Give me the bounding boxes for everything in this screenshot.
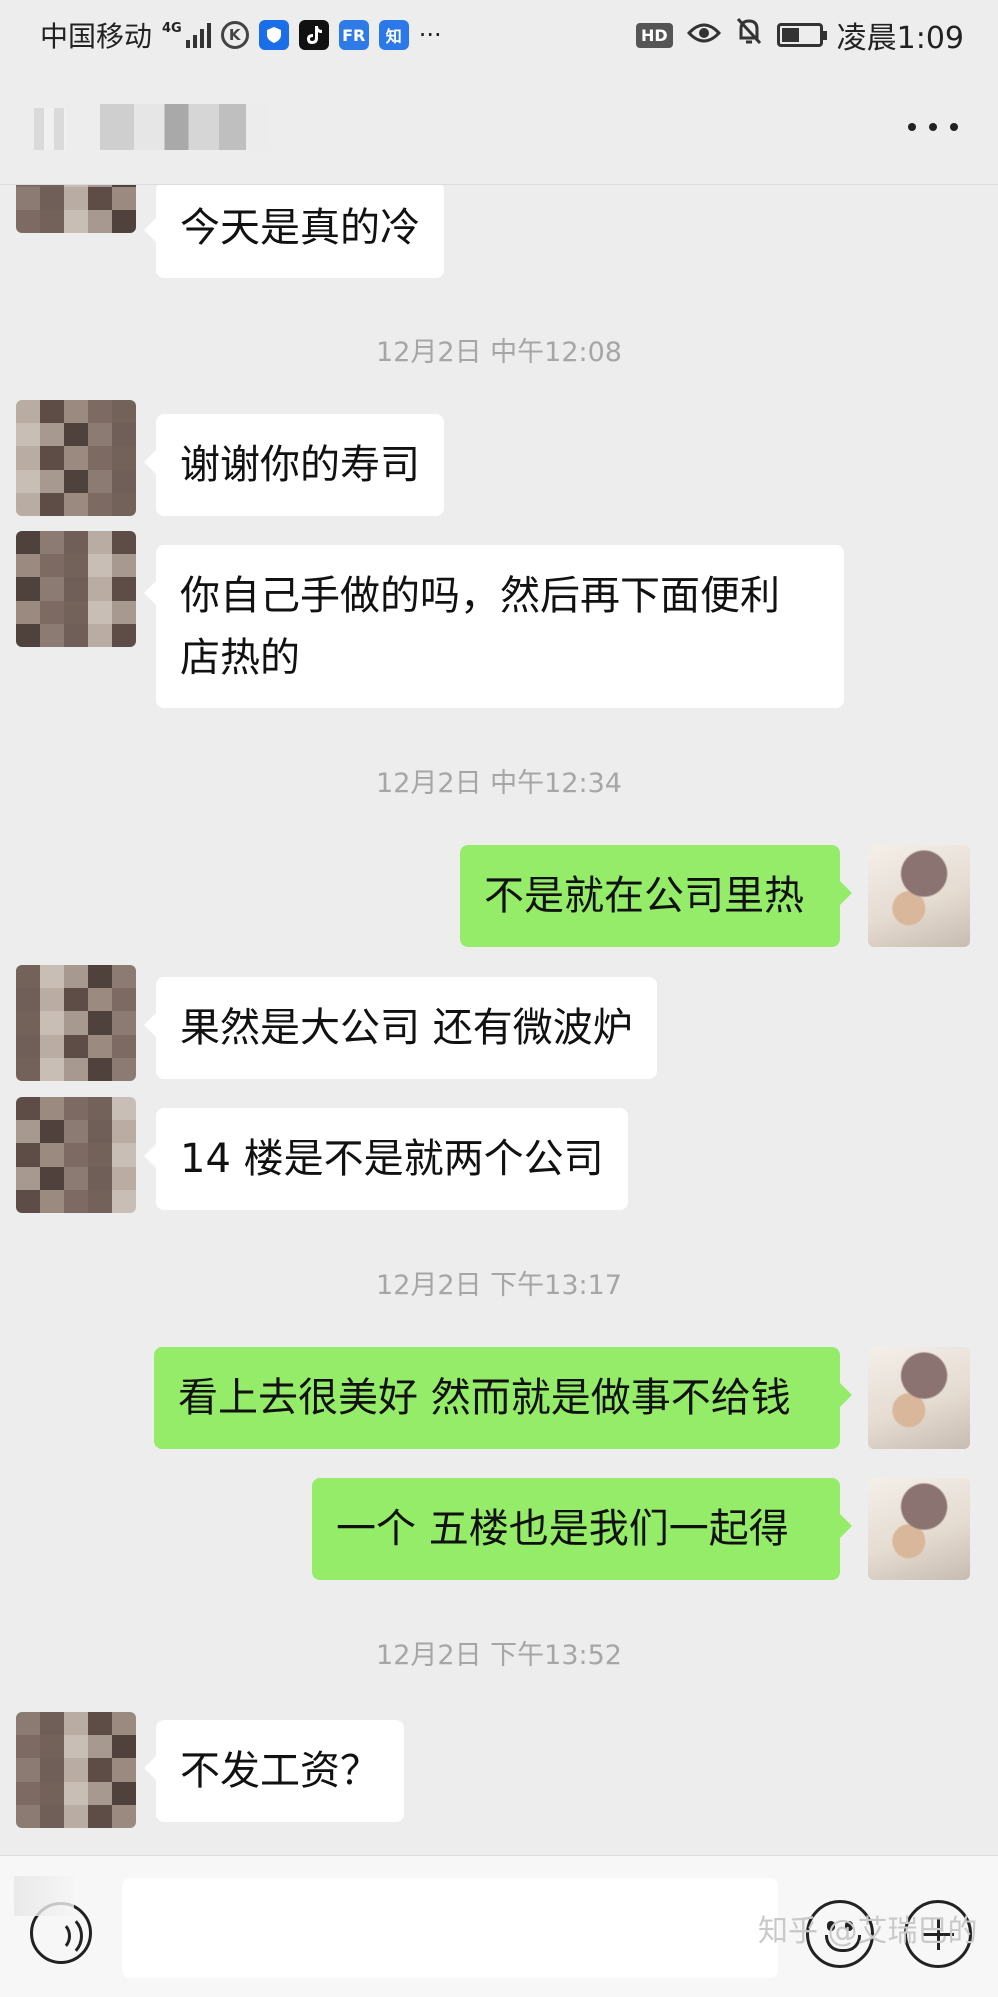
carrier-label: 中国移动 xyxy=(40,20,153,53)
message-text-line: 你自己手做的吗，然后再下面便利 xyxy=(180,573,780,619)
self-avatar[interactable] xyxy=(868,1478,970,1580)
status-right: HD 凌晨1:09 xyxy=(635,14,964,56)
message-list[interactable]: 今天是真的冷 12月2日 中午12:08 谢谢你的寿司 你自己手做的吗，然后再下… xyxy=(0,185,998,1855)
bell-muted-icon xyxy=(735,16,763,54)
message-text: 看上去很美好 然而就是做事不给钱 xyxy=(178,1375,791,1421)
contact-avatar[interactable] xyxy=(16,1097,136,1213)
message-text: 谢谢你的寿司 xyxy=(180,442,420,488)
battery-icon xyxy=(776,23,827,47)
message-text: 14 楼是不是就两个公司 xyxy=(180,1136,604,1182)
message-bubble-incoming[interactable]: 你自己手做的吗，然后再下面便利 店热的 xyxy=(144,545,844,708)
contact-avatar[interactable] xyxy=(16,185,136,233)
contact-avatar[interactable] xyxy=(16,965,136,1081)
message-timestamp: 12月2日 中午12:08 xyxy=(376,337,622,368)
message-text: 今天是真的冷 xyxy=(180,205,420,251)
message-bubble-incoming[interactable]: 14 楼是不是就两个公司 xyxy=(144,1108,628,1210)
message-text: 不是就在公司里热 xyxy=(484,873,804,919)
fr-app-icon: FR xyxy=(338,20,369,50)
blur-overlay xyxy=(14,1876,74,1916)
tiktok-app-icon xyxy=(298,20,329,50)
contact-name-blurred xyxy=(100,104,270,150)
message-bubble-incoming[interactable]: 谢谢你的寿司 xyxy=(144,414,444,516)
contact-avatar[interactable] xyxy=(16,1712,136,1828)
message-bubble-outgoing[interactable]: 不是就在公司里热 xyxy=(460,845,852,947)
message-text: 果然是大公司 还有微波炉 xyxy=(180,1005,633,1051)
message-bubble-incoming[interactable]: 果然是大公司 还有微波炉 xyxy=(144,977,657,1079)
shield-app-icon xyxy=(258,20,289,50)
contact-avatar[interactable] xyxy=(16,400,136,516)
message-timestamp: 12月2日 中午12:34 xyxy=(376,768,622,799)
watermark-label: 知乎 @艾瑞巴的 xyxy=(758,1914,978,1949)
network-type-label: 4G xyxy=(162,21,182,36)
contact-avatar[interactable] xyxy=(16,531,136,647)
message-bubble-outgoing[interactable]: 看上去很美好 然而就是做事不给钱 xyxy=(154,1347,852,1449)
zhihu-app-icon: 知 xyxy=(378,20,409,50)
message-bubble-incoming[interactable]: 不发工资？ xyxy=(144,1720,404,1822)
eye-icon xyxy=(686,18,721,53)
message-bubble-incoming[interactable]: 今天是真的冷 xyxy=(144,185,444,278)
message-timestamp: 12月2日 下午13:17 xyxy=(376,1270,622,1301)
status-left: 中国移动 4G K FR 知 ··· xyxy=(40,14,442,56)
message-input[interactable] xyxy=(122,1878,778,1978)
signal-icon: 4G xyxy=(162,22,211,48)
chat-header xyxy=(0,70,998,185)
message-text: 不发工资？ xyxy=(180,1748,380,1794)
hd-badge: HD xyxy=(635,22,673,48)
input-bar: 知乎 @艾瑞巴的 xyxy=(0,1855,998,1997)
back-button[interactable] xyxy=(34,108,66,150)
more-notifications-icon: ··· xyxy=(418,21,442,49)
clock-label: 凌晨1:09 xyxy=(836,21,964,56)
self-avatar[interactable] xyxy=(868,845,970,947)
message-timestamp: 12月2日 下午13:52 xyxy=(376,1640,622,1671)
more-options-button[interactable] xyxy=(908,112,958,142)
self-avatar[interactable] xyxy=(868,1347,970,1449)
k-app-icon: K xyxy=(220,21,249,49)
message-text: 一个 五楼也是我们一起得 xyxy=(336,1506,789,1552)
message-bubble-outgoing[interactable]: 一个 五楼也是我们一起得 xyxy=(312,1478,852,1580)
status-bar: 中国移动 4G K FR 知 ··· HD 凌晨1:09 xyxy=(0,0,998,70)
message-text-line: 店热的 xyxy=(180,635,300,681)
